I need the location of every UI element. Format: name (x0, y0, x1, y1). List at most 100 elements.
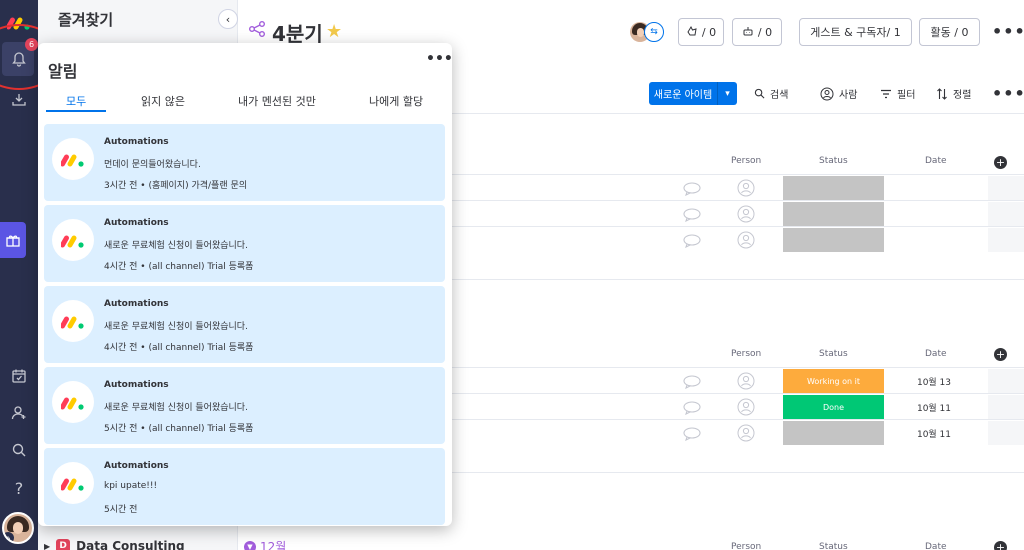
robot-icon (742, 25, 754, 40)
date-cell[interactable] (884, 202, 984, 226)
notification-meta: 4시간 전 • (all channel) Trial 등록폼 (104, 343, 254, 353)
chat-bubble-icon[interactable] (683, 233, 701, 252)
invite-member-icon[interactable] (0, 397, 38, 429)
reactions-button[interactable]: / 0 (678, 18, 724, 46)
notification-message: kpi upate!!! (104, 481, 158, 491)
person-placeholder-icon[interactable] (737, 179, 755, 201)
filter-icon (881, 89, 891, 98)
new-item-button[interactable]: 새로운 아이템 ▾ (649, 82, 737, 105)
search-icon[interactable] (0, 434, 38, 466)
person-placeholder-icon[interactable] (737, 424, 755, 446)
search-tool-label: 검색 (770, 90, 789, 101)
chat-bubble-icon[interactable] (683, 374, 701, 393)
group-3-header[interactable]: ▼ 12월 (244, 538, 286, 550)
integrations-button[interactable]: / 0 (732, 18, 782, 46)
status-cell[interactable]: Working on it (783, 369, 884, 393)
status-cell[interactable] (783, 176, 884, 200)
date-cell[interactable] (884, 176, 984, 200)
status-cell[interactable] (783, 202, 884, 226)
home-icon: ⌂ (4, 532, 14, 542)
notification-item[interactable]: Automations 새로운 무료체험 신청이 들어왔습니다. 5시간 전 • (… (44, 367, 445, 444)
status-cell[interactable]: Done (783, 395, 884, 419)
notification-sender: Automations (104, 461, 169, 471)
chat-bubble-icon[interactable] (683, 207, 701, 226)
toolbar-more-icon[interactable]: ••• (992, 84, 1024, 103)
person-placeholder-icon[interactable] (737, 231, 755, 253)
sort-tool[interactable]: 정렬 (936, 86, 971, 101)
notification-item[interactable]: Automations 새로운 무료체험 신청이 들어왔습니다. 4시간 전 • (… (44, 286, 445, 363)
person-icon (820, 87, 834, 100)
chevron-down-icon[interactable]: ▾ (717, 82, 737, 105)
reactions-count: / 0 (701, 25, 717, 39)
tab-mentioned[interactable]: 내가 멘션된 것만 (238, 93, 316, 109)
tab-assigned-to-me[interactable]: 나에게 할당 (369, 93, 423, 109)
my-work-icon[interactable] (0, 360, 38, 392)
person-placeholder-icon[interactable] (737, 205, 755, 227)
search-icon (754, 88, 765, 99)
notification-item[interactable]: Automations kpi upate!!! 5시간 전 (44, 448, 445, 525)
chat-bubble-icon[interactable] (683, 400, 701, 419)
date-cell[interactable]: 10월 11 (884, 395, 984, 419)
person-placeholder-icon[interactable] (737, 398, 755, 420)
tab-all[interactable]: 모두 (66, 93, 86, 109)
row-tail-cell (988, 421, 1024, 445)
automations-logo-icon (52, 462, 94, 504)
row-tail-cell (988, 369, 1024, 393)
guests-subscribers-button[interactable]: 게스트 & 구독자/ 1 (799, 18, 912, 46)
column-header-date: Date (925, 349, 947, 359)
automations-logo-icon (52, 381, 94, 423)
chat-bubble-icon[interactable] (683, 181, 701, 200)
subscriber-chip-icon[interactable]: ⇆ (644, 22, 664, 42)
workspace-letter-badge: D (56, 539, 71, 550)
add-column-icon[interactable]: + (994, 348, 1007, 361)
notification-meta: 4시간 전 • (all channel) Trial 등록폼 (104, 262, 254, 272)
share-icon[interactable] (248, 20, 266, 42)
column-header-date: Date (925, 156, 947, 166)
date-cell[interactable]: 10월 13 (884, 369, 984, 393)
sort-icon (937, 87, 947, 100)
notification-message: 새로운 무료체험 신청이 들어왔습니다. (104, 403, 248, 413)
search-tool[interactable]: 검색 (754, 86, 788, 101)
star-icon[interactable]: ★ (326, 21, 342, 42)
chat-bubble-icon[interactable] (683, 426, 701, 445)
gift-button[interactable] (0, 222, 26, 258)
date-cell[interactable]: 10월 11 (884, 421, 984, 445)
automations-logo-icon (52, 138, 94, 180)
notification-message: 먼데이 문의들어왔습니다. (104, 160, 201, 170)
column-header-person: Person (731, 349, 762, 359)
add-column-icon[interactable]: + (994, 156, 1007, 169)
favorites-title: 즐겨찾기 (58, 11, 114, 29)
filter-tool-label: 필터 (897, 90, 916, 101)
column-header-status: Status (819, 156, 848, 166)
tab-unread[interactable]: 읽지 않은 (141, 93, 185, 109)
column-header-date: Date (925, 542, 947, 550)
activity-button[interactable]: 활동 / 0 (919, 18, 980, 46)
add-column-icon[interactable]: + (994, 541, 1007, 550)
notifications-title: 알림 (48, 62, 78, 81)
gift-icon (6, 235, 20, 247)
status-cell[interactable] (783, 228, 884, 252)
collapse-panel-button[interactable]: ‹ (218, 9, 238, 29)
sort-tool-label: 정렬 (953, 90, 972, 101)
notifications-more-icon[interactable]: ••• (426, 51, 452, 67)
user-avatar[interactable]: ⌂ (2, 512, 34, 544)
help-icon[interactable]: ? (0, 472, 38, 504)
notification-item[interactable]: Automations 먼데이 문의들어왔습니다. 3시간 전 • (홈페이지) 가… (44, 124, 445, 201)
date-cell[interactable] (884, 228, 984, 252)
filter-tool[interactable]: 필터 (880, 86, 915, 101)
board-more-icon[interactable]: ••• (992, 22, 1024, 41)
automations-logo-icon (52, 219, 94, 261)
notification-item[interactable]: Automations 새로운 무료체험 신청이 들어왔습니다. 4시간 전 • (… (44, 205, 445, 282)
row-tail-cell (988, 228, 1024, 252)
notification-message: 새로운 무료체험 신청이 들어왔습니다. (104, 241, 248, 251)
group-3-title: 12월 (260, 540, 287, 550)
notification-sender: Automations (104, 218, 169, 228)
person-tool[interactable]: 사람 (820, 86, 857, 101)
favorite-board-item[interactable]: ▶ D Data Consulting (44, 538, 185, 550)
favorite-board-name: Data Consulting (76, 539, 185, 550)
person-placeholder-icon[interactable] (737, 372, 755, 394)
row-tail-cell (988, 202, 1024, 226)
row-tail-cell (988, 395, 1024, 419)
status-cell[interactable] (783, 421, 884, 445)
column-header-status: Status (819, 542, 848, 550)
